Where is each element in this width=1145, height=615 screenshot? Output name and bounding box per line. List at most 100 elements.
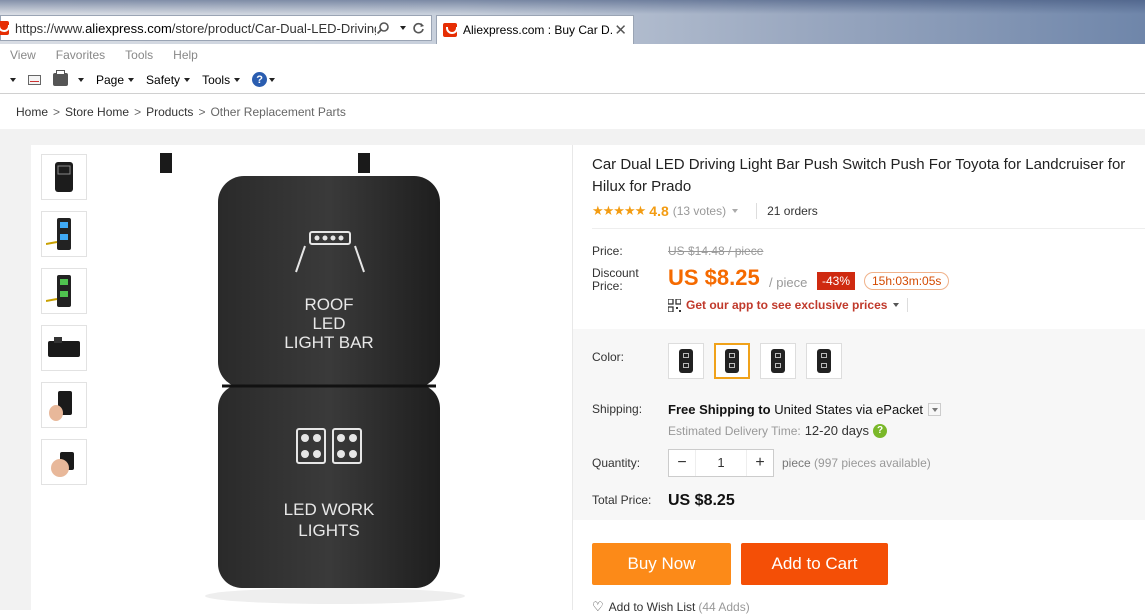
chevron-down-icon <box>128 77 135 82</box>
divider <box>592 228 1145 229</box>
discount-label-line1: Discount <box>592 266 639 280</box>
chevron-down-icon <box>931 407 938 412</box>
address-bar[interactable]: https://www.aliexpress.com/store/product… <box>0 15 432 41</box>
tools-menu[interactable]: Tools <box>202 73 241 87</box>
breadcrumb-home[interactable]: Home <box>16 105 48 119</box>
image-label-roof: ROOF <box>304 295 353 314</box>
shipping-dropdown[interactable] <box>928 403 942 416</box>
discount-price-label: Discount Price: <box>592 267 639 293</box>
thumbnail[interactable] <box>41 325 87 371</box>
safety-menu[interactable]: Safety <box>146 72 191 87</box>
image-label-led: LED <box>312 314 345 333</box>
free-shipping-text: Free Shipping to <box>668 402 771 417</box>
delivery-days: 12-20 days <box>804 423 870 438</box>
help-menu[interactable]: ? <box>252 72 276 87</box>
total-price-label: Total Price: <box>592 493 652 507</box>
discount-label-line2: Price: <box>592 279 623 293</box>
breadcrumb-separator: > <box>134 105 142 119</box>
address-url[interactable]: https://www.aliexpress.com/store/product… <box>15 21 376 36</box>
page-menu[interactable]: Page <box>96 72 135 87</box>
shipping-info[interactable]: Free Shipping to United States via ePack… <box>668 402 942 417</box>
add-to-cart-button[interactable]: Add to Cart <box>741 543 888 585</box>
help-icon: ? <box>252 72 268 87</box>
votes-count[interactable]: (13 votes) <box>673 204 726 218</box>
print-icon <box>53 70 68 86</box>
command-bar: Page Safety Tools ? <box>0 66 1145 94</box>
app-promo[interactable]: Get our app to see exclusive prices <box>668 298 909 312</box>
divider <box>756 203 758 219</box>
menu-favorites[interactable]: Favorites <box>56 48 105 62</box>
quantity-decrease-button[interactable]: − <box>669 454 695 472</box>
color-label: Color: <box>592 350 625 364</box>
rating-value: 4.8 <box>649 203 669 219</box>
thumbnail[interactable] <box>41 211 87 257</box>
breadcrumb-products[interactable]: Products <box>146 105 193 119</box>
per-unit: / piece <box>769 275 808 290</box>
breadcrumb: Home > Store Home > Products > Other Rep… <box>0 95 1145 129</box>
menu-help[interactable]: Help <box>173 48 198 62</box>
quantity-stepper: − 1 + <box>668 449 774 477</box>
browser-tab[interactable]: Aliexpress.com : Buy Car D... ✕ <box>436 15 634 44</box>
product-title: Car Dual LED Driving Light Bar Push Swit… <box>592 154 1145 198</box>
breadcrumb-category[interactable]: Other Replacement Parts <box>210 105 345 119</box>
tab-title: Aliexpress.com : Buy Car D... <box>463 23 615 37</box>
menu-bar: View Favorites Tools Help <box>0 44 1145 66</box>
quantity-increase-button[interactable]: + <box>747 454 773 472</box>
page-label: Page <box>96 72 125 87</box>
print-button[interactable] <box>53 70 84 86</box>
image-label-lights: LIGHTS <box>298 521 359 540</box>
color-swatches <box>668 343 842 379</box>
thumbnail[interactable] <box>41 439 87 485</box>
star-rating-icon: ★★★★★ <box>592 203 646 218</box>
thumbnail[interactable] <box>41 154 87 200</box>
quantity-availability: piece (997 pieces available) <box>782 456 931 470</box>
breadcrumb-separator: > <box>53 105 61 119</box>
quantity-input[interactable]: 1 <box>695 450 747 476</box>
menu-view[interactable]: View <box>10 48 36 62</box>
price-label: Price: <box>592 244 623 258</box>
swatch-image <box>817 349 831 373</box>
menu-tools[interactable]: Tools <box>125 48 153 62</box>
dropdown-icon[interactable] <box>400 26 406 30</box>
aliexpress-favicon-icon <box>0 21 10 35</box>
swatch-image <box>679 349 693 373</box>
chevron-down-icon <box>234 77 241 82</box>
countdown-timer: 15h:03m:05s <box>864 272 950 290</box>
delivery-label: Estimated Delivery Time: <box>668 423 801 438</box>
image-label-lightbar: LIGHT BAR <box>284 333 373 352</box>
quantity-unit: piece <box>782 456 811 470</box>
current-price: US $8.25 <box>668 265 760 290</box>
available-count: (997 pieces available) <box>814 456 931 470</box>
question-icon[interactable]: ? <box>873 423 888 438</box>
close-icon[interactable]: ✕ <box>614 21 627 39</box>
chevron-down-icon <box>184 77 191 82</box>
swatch-image <box>771 349 785 373</box>
product-main-image[interactable]: ROOF LED LIGHT BAR LED WORK LIGHTS <box>100 148 570 610</box>
safety-label: Safety <box>146 72 181 87</box>
app-promo-text: Get our app to see exclusive prices <box>686 298 888 312</box>
delivery-estimate: Estimated Delivery Time: 12-20 days ? <box>668 423 888 438</box>
search-icon[interactable] <box>376 21 390 35</box>
swatch-image <box>725 349 739 373</box>
thumbnail[interactable] <box>41 382 87 428</box>
chevron-down-icon[interactable] <box>732 209 739 213</box>
thumbnail[interactable] <box>41 268 87 314</box>
shipping-label: Shipping: <box>592 402 643 416</box>
color-swatch[interactable] <box>760 343 796 379</box>
tab-favicon-icon <box>443 23 458 37</box>
breadcrumb-store-home[interactable]: Store Home <box>65 105 129 119</box>
qr-code-icon <box>668 298 681 312</box>
chevron-down-icon <box>78 77 84 82</box>
buy-now-button[interactable]: Buy Now <box>592 543 731 585</box>
color-swatch-selected[interactable] <box>714 343 750 379</box>
rating-row: ★★★★★ 4.8 (13 votes) 21 orders <box>592 203 818 219</box>
breadcrumb-separator: > <box>198 105 206 119</box>
color-swatch[interactable] <box>806 343 842 379</box>
color-swatch[interactable] <box>668 343 704 379</box>
mail-button[interactable] <box>28 74 41 85</box>
home-dropdown[interactable] <box>10 77 16 82</box>
discount-badge: -43% <box>817 272 856 290</box>
add-to-wishlist[interactable]: ♡ Add to Wish List (44 Adds) <box>592 599 750 615</box>
original-price: US $14.48 / piece <box>668 244 764 258</box>
refresh-icon[interactable] <box>412 22 425 35</box>
